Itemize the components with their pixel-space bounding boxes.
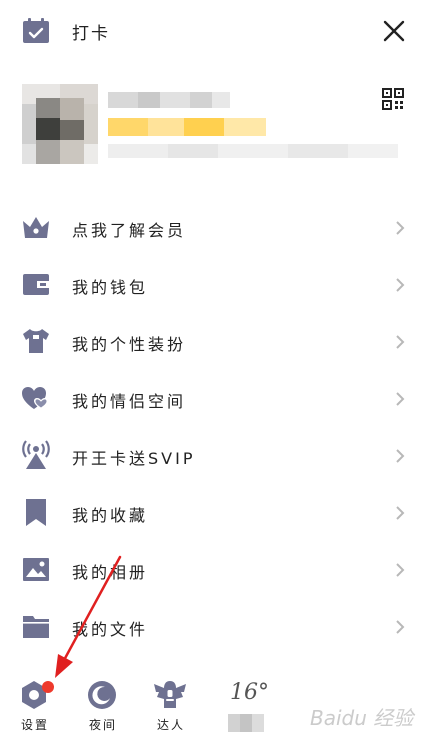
menu-item-wallet[interactable]: 我的钱包 xyxy=(0,256,426,313)
menu-item-personalize[interactable]: 我的个性装扮 xyxy=(0,313,426,370)
menu-item-label: 我的收藏 xyxy=(72,506,149,525)
shirt-icon xyxy=(20,325,52,357)
hearts-icon xyxy=(20,382,52,414)
wallet-icon xyxy=(20,268,52,300)
menu-item-label: 开王卡送SVIP xyxy=(72,449,196,468)
notification-dot xyxy=(42,681,54,693)
folder-icon xyxy=(20,610,52,642)
photo-icon xyxy=(20,553,52,585)
weather-temperature[interactable]: 16° xyxy=(230,680,269,705)
chevron-right-icon xyxy=(394,219,406,237)
watermark: Baidu 经验 xyxy=(310,706,414,730)
menu-item-label: 我的钱包 xyxy=(72,278,149,297)
chevron-right-icon xyxy=(394,333,406,351)
bookmark-icon xyxy=(20,496,52,528)
username-blurred xyxy=(108,92,230,108)
expert-button[interactable]: 达人 xyxy=(143,672,199,742)
avatar[interactable] xyxy=(22,84,98,164)
vip-badge-blurred xyxy=(108,118,266,136)
menu-item-files[interactable]: 我的文件 xyxy=(0,598,426,655)
chevron-right-icon xyxy=(394,618,406,636)
menu-item-label: 我的个性装扮 xyxy=(72,335,187,354)
menu-item-couple-space[interactable]: 我的情侣空间 xyxy=(0,370,426,427)
weather-location-blurred xyxy=(228,714,264,732)
menu-item-label: 点我了解会员 xyxy=(72,221,187,240)
settings-button[interactable]: 设置 xyxy=(7,672,63,742)
menu-item-king-card[interactable]: 开王卡送SVIP xyxy=(0,427,426,484)
close-icon[interactable] xyxy=(382,19,406,43)
crown-icon xyxy=(20,211,52,243)
qr-code-icon[interactable] xyxy=(382,88,404,110)
moon-icon xyxy=(85,678,119,712)
checkin-label[interactable]: 打卡 xyxy=(72,19,110,44)
menu-item-favorites[interactable]: 我的收藏 xyxy=(0,484,426,541)
menu-item-label: 我的情侣空间 xyxy=(72,392,187,411)
chevron-right-icon xyxy=(394,447,406,465)
signature-blurred xyxy=(108,144,398,158)
chevron-right-icon xyxy=(394,561,406,579)
winged-badge-icon xyxy=(153,678,187,712)
night-mode-button[interactable]: 夜间 xyxy=(75,672,131,742)
night-mode-label: 夜间 xyxy=(88,718,117,732)
top-bar: 打卡 xyxy=(0,0,426,62)
expert-label: 达人 xyxy=(156,718,185,732)
menu-item-label: 我的文件 xyxy=(72,620,149,639)
calendar-check-icon[interactable] xyxy=(22,18,50,44)
chevron-right-icon xyxy=(394,390,406,408)
menu-item-album[interactable]: 我的相册 xyxy=(0,541,426,598)
chevron-right-icon xyxy=(394,276,406,294)
menu-item-label: 我的相册 xyxy=(72,563,149,582)
menu-item-vip[interactable]: 点我了解会员 xyxy=(0,199,426,256)
chevron-right-icon xyxy=(394,504,406,522)
settings-label: 设置 xyxy=(20,718,49,732)
signal-tower-icon xyxy=(20,439,52,471)
